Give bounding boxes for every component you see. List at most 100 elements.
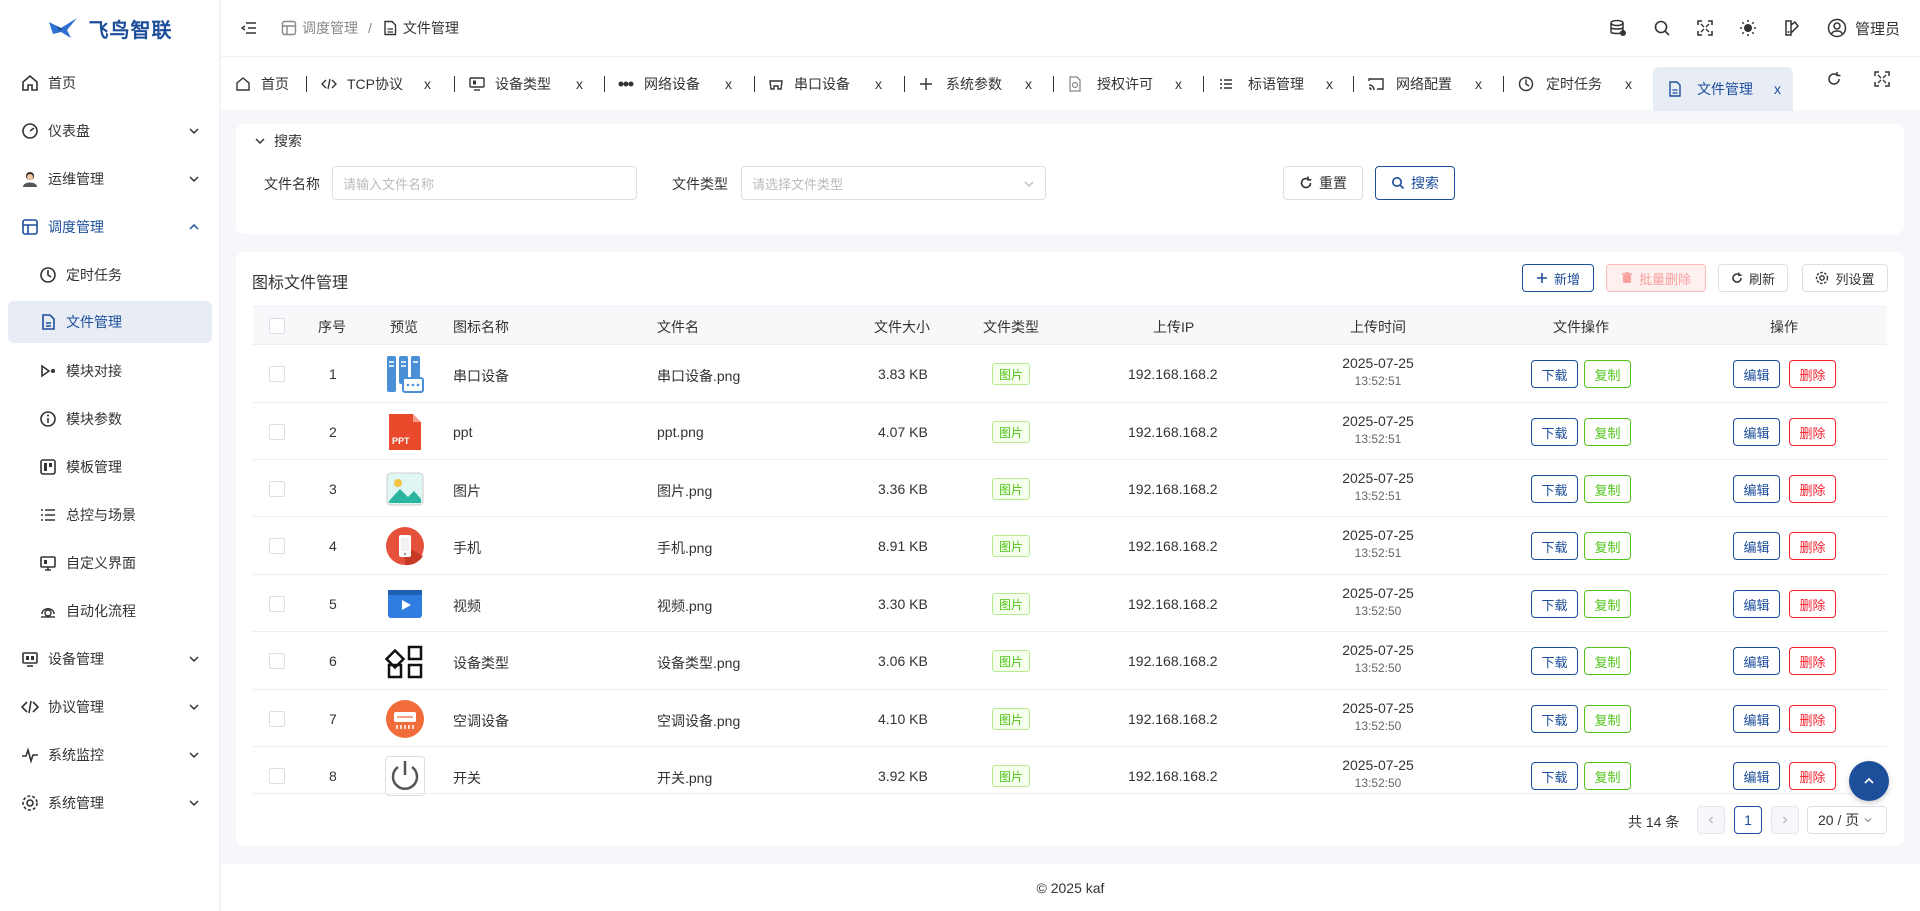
serial-device-icon[interactable]: [385, 354, 425, 394]
download-button[interactable]: 下载: [1531, 590, 1578, 618]
search-toggle[interactable]: 搜索: [254, 131, 302, 151]
maximize-icon[interactable]: [1874, 71, 1890, 87]
tab-network-config[interactable]: 网络配置 x: [1368, 68, 1482, 100]
batch-delete-button[interactable]: 批量删除: [1606, 264, 1706, 292]
delete-button[interactable]: 删除: [1789, 360, 1836, 388]
copy-button[interactable]: 复制: [1584, 418, 1631, 446]
edit-button[interactable]: 编辑: [1733, 762, 1780, 790]
row-checkbox[interactable]: [269, 768, 285, 784]
download-button[interactable]: 下载: [1531, 647, 1578, 675]
download-button[interactable]: 下载: [1531, 418, 1578, 446]
copy-button[interactable]: 复制: [1584, 532, 1631, 560]
search-icon[interactable]: [1653, 19, 1671, 37]
sidebar-subitem-scenes[interactable]: 总控与场景: [0, 491, 220, 539]
phone-icon[interactable]: [385, 526, 425, 566]
sidebar-item-ops[interactable]: 运维管理: [0, 155, 220, 203]
edit-button[interactable]: 编辑: [1733, 418, 1780, 446]
tab-close-icon[interactable]: x: [1774, 81, 1781, 97]
tab-close-icon[interactable]: x: [1625, 76, 1632, 92]
sidebar-item-schedule[interactable]: 调度管理: [0, 203, 220, 251]
row-checkbox[interactable]: [269, 481, 285, 497]
download-button[interactable]: 下载: [1531, 360, 1578, 388]
add-button[interactable]: 新增: [1522, 264, 1594, 292]
download-button[interactable]: 下载: [1531, 705, 1578, 733]
tab-network-devices[interactable]: 网络设备 x: [618, 68, 732, 100]
edit-button[interactable]: 编辑: [1733, 532, 1780, 560]
delete-button[interactable]: 删除: [1789, 418, 1836, 446]
row-checkbox[interactable]: [269, 596, 285, 612]
sidebar-subitem-scheduled-tasks[interactable]: 定时任务: [0, 251, 220, 299]
sidebar-subitem-module-params[interactable]: 模块参数: [0, 395, 220, 443]
page-size-select[interactable]: 20 / 页: [1807, 806, 1887, 834]
image-icon[interactable]: [385, 469, 425, 509]
prev-page-button[interactable]: [1697, 806, 1725, 834]
download-button[interactable]: 下载: [1531, 475, 1578, 503]
download-button[interactable]: 下载: [1531, 762, 1578, 790]
breadcrumb-item[interactable]: 调度管理: [281, 18, 358, 38]
sidebar-subitem-custom-ui[interactable]: 自定义界面: [0, 539, 220, 587]
sidebar-subitem-file-management[interactable]: 文件管理: [8, 301, 212, 343]
reload-icon[interactable]: [1826, 71, 1842, 87]
tab-close-icon[interactable]: x: [875, 76, 882, 92]
collapse-menu-icon[interactable]: [241, 20, 257, 36]
tab-close-icon[interactable]: x: [1326, 76, 1333, 92]
row-checkbox[interactable]: [269, 711, 285, 727]
device-type-icon[interactable]: [385, 641, 425, 681]
edit-button[interactable]: 编辑: [1733, 705, 1780, 733]
tab-close-icon[interactable]: x: [1175, 76, 1182, 92]
copy-button[interactable]: 复制: [1584, 360, 1631, 388]
fullscreen-icon[interactable]: [1697, 20, 1713, 36]
page-number-current[interactable]: 1: [1734, 806, 1762, 834]
search-button[interactable]: 搜索: [1375, 166, 1455, 200]
tab-file-management[interactable]: 文件管理 x: [1653, 67, 1793, 111]
sidebar-item-devices[interactable]: 设备管理: [0, 635, 220, 683]
download-button[interactable]: 下载: [1531, 532, 1578, 560]
database-icon[interactable]: [1609, 19, 1627, 37]
copy-button[interactable]: 复制: [1584, 647, 1631, 675]
sidebar-item-protocols[interactable]: 协议管理: [0, 683, 220, 731]
sidebar-item-home[interactable]: 首页: [0, 59, 220, 107]
tab-home[interactable]: 首页: [235, 68, 289, 100]
tab-close-icon[interactable]: x: [725, 76, 732, 92]
reset-button[interactable]: 重置: [1283, 166, 1363, 200]
edit-button[interactable]: 编辑: [1733, 590, 1780, 618]
tab-close-icon[interactable]: x: [424, 76, 431, 92]
theme-sun-icon[interactable]: [1739, 19, 1757, 37]
tab-close-icon[interactable]: x: [1025, 76, 1032, 92]
tab-slogans[interactable]: 标语管理 x: [1218, 68, 1333, 100]
back-to-top-button[interactable]: [1849, 761, 1889, 801]
logo[interactable]: 飞鸟智联: [0, 0, 219, 56]
delete-button[interactable]: 删除: [1789, 532, 1836, 560]
ppt-icon[interactable]: PPT: [385, 412, 425, 452]
tab-device-types[interactable]: 设备类型 x: [469, 68, 583, 100]
copy-button[interactable]: 复制: [1584, 705, 1631, 733]
delete-button[interactable]: 删除: [1789, 590, 1836, 618]
color-palette-icon[interactable]: [1783, 19, 1801, 37]
edit-button[interactable]: 编辑: [1733, 475, 1780, 503]
sidebar-subitem-module-link[interactable]: 模块对接: [0, 347, 220, 395]
file-name-input[interactable]: 请输入文件名称: [332, 166, 637, 200]
sidebar-item-system[interactable]: 系统管理: [0, 779, 220, 827]
row-checkbox[interactable]: [269, 366, 285, 382]
next-page-button[interactable]: [1771, 806, 1799, 834]
row-checkbox[interactable]: [269, 538, 285, 554]
copy-button[interactable]: 复制: [1584, 590, 1631, 618]
video-icon[interactable]: [385, 584, 425, 624]
file-type-select[interactable]: 请选择文件类型: [741, 166, 1046, 200]
tab-close-icon[interactable]: x: [1475, 76, 1482, 92]
edit-button[interactable]: 编辑: [1733, 647, 1780, 675]
air-conditioner-icon[interactable]: [385, 699, 425, 739]
delete-button[interactable]: 删除: [1789, 762, 1836, 790]
edit-button[interactable]: 编辑: [1733, 360, 1780, 388]
sidebar-item-monitor[interactable]: 系统监控: [0, 731, 220, 779]
copy-button[interactable]: 复制: [1584, 762, 1631, 790]
tab-system-params[interactable]: 系统参数 x: [918, 68, 1032, 100]
row-checkbox[interactable]: [269, 424, 285, 440]
column-settings-button[interactable]: 列设置: [1802, 264, 1888, 292]
tab-serial-devices[interactable]: 串口设备 x: [768, 68, 882, 100]
sidebar-item-dashboard[interactable]: 仪表盘: [0, 107, 220, 155]
sidebar-subitem-automation[interactable]: 自动化流程: [0, 587, 220, 635]
sidebar-subitem-templates[interactable]: 模板管理: [0, 443, 220, 491]
select-all-checkbox[interactable]: [269, 318, 285, 334]
delete-button[interactable]: 删除: [1789, 475, 1836, 503]
